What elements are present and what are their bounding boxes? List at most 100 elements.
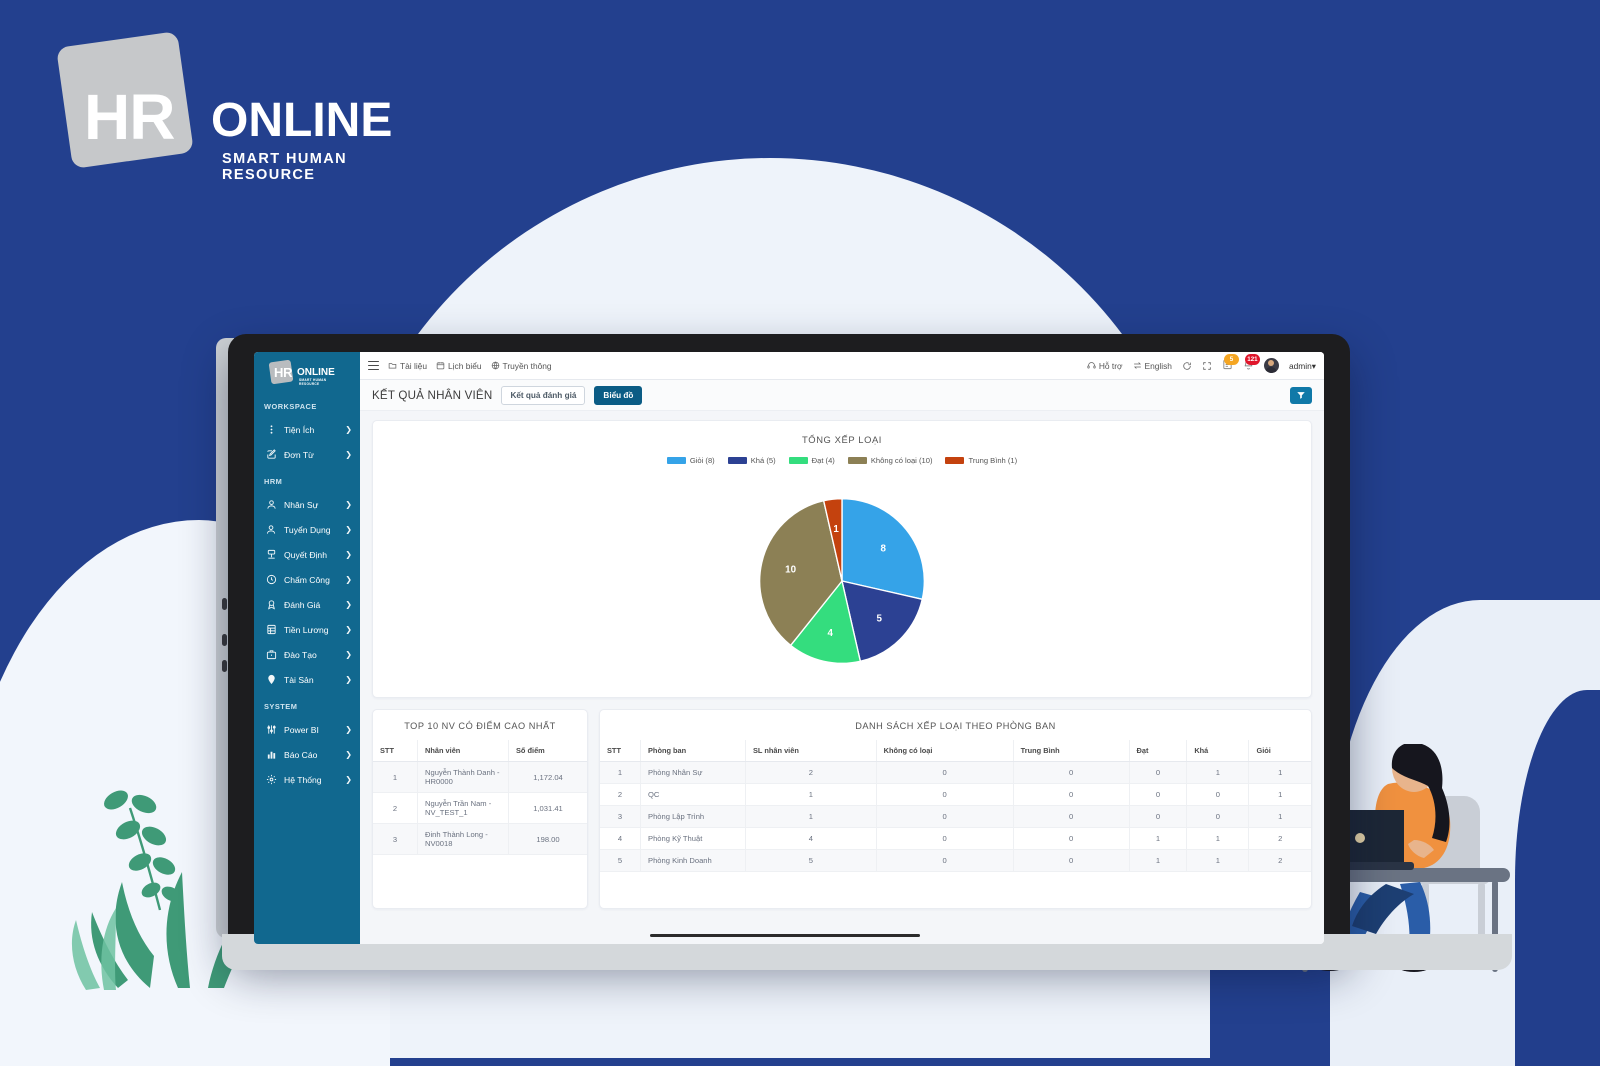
- sidebar-item-label: Nhân Sự: [284, 499, 319, 510]
- pie-slice-label-1: 5: [877, 614, 883, 625]
- logo-hr-text: HR: [84, 81, 175, 153]
- chevron-right-icon: ❯: [345, 775, 352, 784]
- table-cell: 2: [1248, 849, 1311, 872]
- support-label: Hỗ trợ: [1098, 360, 1123, 371]
- table-cell: 2: [745, 761, 877, 784]
- sidebar-item-label: Quyết Định: [284, 549, 327, 560]
- notifications-button[interactable]: 121: [1243, 353, 1260, 373]
- legend-item-dat[interactable]: Đạt (4): [788, 456, 835, 465]
- horizontal-scrollbar[interactable]: [650, 934, 920, 937]
- topbar-link-tai-lieu[interactable]: Tài liệu: [388, 361, 427, 371]
- support-button[interactable]: Hỗ trợ: [1087, 361, 1123, 371]
- legend-item-khong-co-loai[interactable]: Không có loại (10): [847, 456, 932, 465]
- page-title: KẾT QUẢ NHÂN VIÊN: [372, 388, 493, 402]
- topbar-link-label: Truyền thông: [502, 360, 552, 371]
- sidebar-item-tuyen-dung[interactable]: Tuyển Dụng ❯: [254, 517, 360, 542]
- legend-item-kha[interactable]: Khá (5): [727, 456, 776, 465]
- table-row[interactable]: 3 Đinh Thành Long - NV0018 198.00: [373, 823, 587, 855]
- sidebar-item-cham-cong[interactable]: Chấm Công ❯: [254, 567, 360, 592]
- table-cell: 198.00: [508, 823, 587, 855]
- dept-ranking-body: 1 Phòng Nhân Sự 2 0 0 0 1 1 2 QC 1 0 0 0 0 1 3 Phòng Lập …: [600, 761, 1311, 872]
- table-row[interactable]: 1 Phòng Nhân Sự 2 0 0 0 1 1: [600, 761, 1311, 784]
- pie-chart[interactable]: 8 5 4 10 1: [744, 483, 940, 679]
- pie-chart-wrapper: 8 5 4 10 1: [373, 465, 1311, 697]
- legend-label: Khá (5): [750, 456, 776, 465]
- table-cell: 1: [1186, 849, 1250, 872]
- topbar-link-lich-bieu[interactable]: Lịch biểu: [436, 361, 482, 371]
- legend-item-gioi[interactable]: Giỏi (8): [666, 456, 715, 465]
- legend-swatch: [727, 457, 747, 464]
- language-switcher[interactable]: English: [1133, 361, 1172, 371]
- table-cell: 1: [1129, 827, 1188, 850]
- pie-slice-label-0: 8: [880, 544, 886, 555]
- tasks-button[interactable]: 5: [1222, 353, 1239, 373]
- stamp-icon: [267, 549, 276, 559]
- avatar[interactable]: [1263, 358, 1279, 373]
- top-employees-scroll[interactable]: STT Nhân viên Số điểm 1 Nguyễn Thành Danh…: [373, 740, 587, 855]
- topbar-right-group: Hỗ trợ English 5 121 admin▾: [1087, 353, 1316, 373]
- table-cell: 1: [745, 783, 877, 806]
- sidebar-item-he-thong[interactable]: Hệ Thống ❯: [254, 767, 360, 792]
- table-cell: Phòng Nhân Sự: [640, 761, 746, 784]
- table-row[interactable]: 2 QC 1 0 0 0 0 1: [600, 783, 1311, 806]
- sidebar-item-nhan-su[interactable]: Nhân Sự ❯: [254, 492, 360, 517]
- sidebar-item-label: Chấm Công: [284, 574, 330, 585]
- table-cell: 0: [1129, 783, 1188, 806]
- table-cell: 4: [745, 827, 877, 850]
- column-sl-nhan-vien: SL nhân viên: [745, 740, 877, 762]
- dept-ranking-scroll[interactable]: STT Phòng ban SL nhân viên Không có loại…: [600, 740, 1311, 872]
- sidebar-item-danh-gia[interactable]: Đánh Giá ❯: [254, 592, 360, 617]
- table-cell: 0: [876, 849, 1014, 872]
- column-kha: Khá: [1186, 740, 1250, 762]
- column-so-diem: Số điểm: [508, 740, 587, 762]
- table-row[interactable]: 1 Nguyễn Thành Danh - HR0000 1,172.04: [373, 761, 587, 793]
- column-khong-co-loai: Không có loại: [876, 740, 1014, 762]
- table-row[interactable]: 2 Nguyễn Trần Nam - NV_TEST_1 1,031.41: [373, 792, 587, 824]
- sidebar-item-tai-san[interactable]: Tài Sản ❯: [254, 667, 360, 692]
- legend-item-trung-binh[interactable]: Trung Bình (1): [945, 456, 1017, 465]
- user-menu[interactable]: admin▾: [1289, 361, 1316, 371]
- sidebar-item-tien-ich[interactable]: Tiện Ích ❯: [254, 417, 360, 442]
- table-cell: 2: [1248, 827, 1311, 850]
- table-cell: 0: [876, 827, 1014, 850]
- sidebar-item-dao-tao[interactable]: Đào Tạo ❯: [254, 642, 360, 667]
- hamburger-icon[interactable]: [368, 361, 379, 370]
- table-cell: 1: [1248, 805, 1311, 828]
- dept-ranking-title: DANH SÁCH XẾP LOẠI THEO PHÒNG BAN: [855, 721, 1056, 731]
- refresh-icon[interactable]: [1182, 361, 1192, 371]
- chevron-right-icon: ❯: [345, 650, 352, 659]
- topbar-link-truyen-thong[interactable]: Truyền thông: [491, 361, 552, 371]
- table-cell: 0: [1013, 761, 1130, 784]
- sidebar-item-power-bi[interactable]: Power BI ❯: [254, 717, 360, 742]
- table-cell: 1: [1186, 827, 1250, 850]
- column-trung-binh: Trung Bình: [1013, 740, 1130, 762]
- gear-icon: [266, 774, 277, 785]
- sidebar-item-quyet-dinh[interactable]: Quyết Định ❯: [254, 542, 360, 567]
- sidebar-logo[interactable]: HR ONLINE SMART HUMAN RESOURCE: [254, 352, 360, 392]
- user-plus-icon: [266, 525, 276, 534]
- legend-swatch: [788, 457, 808, 464]
- column-dat: Đạt: [1129, 740, 1188, 762]
- tab-bieu-do[interactable]: Biểu đồ: [594, 385, 643, 405]
- tab-ket-qua-danh-gia[interactable]: Kết quả đánh giá: [501, 385, 586, 405]
- filter-icon: [1297, 392, 1305, 399]
- edit-square-icon: [267, 449, 276, 459]
- sidebar-item-don-tu[interactable]: Đơn Từ ❯: [254, 442, 360, 467]
- table-row[interactable]: 5 Phòng Kinh Doanh 5 0 0 1 1 2: [600, 849, 1311, 872]
- logo-online-text: ONLINE: [211, 94, 393, 147]
- sidebar-item-bao-cao[interactable]: Báo Cáo ❯: [254, 742, 360, 767]
- table-cell: 1: [1129, 849, 1188, 872]
- top-employees-body: 1 Nguyễn Thành Danh - HR0000 1,172.04 2 Nguy…: [373, 761, 587, 855]
- table-cell: Phòng Kinh Doanh: [640, 849, 746, 872]
- table-row[interactable]: 3 Phòng Lập Trình 1 0 0 0 0 1: [600, 805, 1311, 828]
- clock-icon: [266, 574, 277, 585]
- sidebar-item-tien-luong[interactable]: Tiền Lương ❯: [254, 617, 360, 642]
- table-cell: 0: [1013, 805, 1130, 828]
- filter-button[interactable]: [1290, 386, 1312, 404]
- sidebar-item-label: Báo Cáo: [284, 749, 318, 760]
- table-row[interactable]: 4 Phòng Kỹ Thuật 4 0 0 1 1 2: [600, 827, 1311, 850]
- sidebar-logo-tagline: SMART HUMAN RESOURCE: [299, 378, 327, 386]
- pie-slice-label-4: 1: [833, 524, 839, 535]
- table-cell: 2: [600, 783, 641, 806]
- fullscreen-icon[interactable]: [1202, 361, 1212, 371]
